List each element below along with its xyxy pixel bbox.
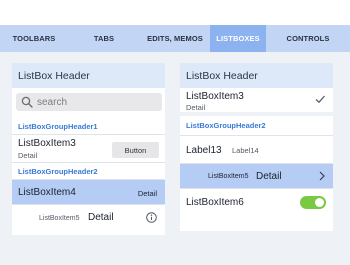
listbox-left[interactable]: ListBox Header search ListBoxGroupHeader… (12, 63, 165, 235)
tab-listboxes[interactable]: LISTBOXES (210, 25, 266, 52)
list-item-detail: Detail (256, 171, 282, 182)
content-area: ListBox Header search ListBoxGroupHeader… (0, 52, 350, 265)
group-header-2: ListBoxGroupHeader2 (12, 163, 165, 180)
list-item-title: Label13 (186, 145, 222, 156)
info-icon[interactable] (146, 212, 157, 223)
list-item-3[interactable]: ListBoxItem3 Detail (180, 88, 333, 116)
list-item-title: ListBoxItem4 (18, 187, 76, 198)
list-item-detail: Detail (88, 212, 114, 223)
list-item-3[interactable]: ListBoxItem3 Detail Button (12, 135, 165, 163)
list-item-sublabel: Label14 (232, 146, 259, 155)
search-bar: search (12, 88, 165, 118)
list-item-detail: Detail (18, 151, 38, 160)
listbox-header: ListBox Header (12, 63, 165, 88)
group-header-2: ListBoxGroupHeader2 (180, 116, 333, 136)
list-item-title: ListBoxItem5 (208, 173, 249, 180)
listbox-header: ListBox Header (180, 63, 333, 88)
chevron-right-icon (319, 171, 325, 181)
checkmark-icon (315, 95, 325, 104)
tab-edits-memos[interactable]: EDITS, MEMOS (140, 25, 210, 52)
toggle-switch[interactable] (300, 196, 326, 209)
list-item-title: ListBoxItem3 (18, 138, 76, 149)
list-item-detail: Detail (137, 189, 157, 198)
search-placeholder: search (37, 96, 68, 108)
list-item-detail: Detail (186, 103, 206, 112)
list-item-4-selected[interactable]: ListBoxItem4 Detail (12, 180, 165, 205)
list-item-6[interactable]: ListBoxItem6 (180, 189, 333, 216)
tab-tabs[interactable]: TABS (68, 25, 140, 52)
tab-toolbars[interactable]: TOOLBARS (0, 25, 68, 52)
search-input[interactable]: search (16, 93, 162, 111)
list-item-title: ListBoxItem3 (186, 91, 244, 102)
list-item-title: ListBoxItem5 (39, 215, 80, 222)
list-item-title: ListBoxItem6 (186, 197, 244, 208)
listbox-right[interactable]: ListBox Header ListBoxItem3 Detail ListB… (180, 63, 333, 231)
item-button[interactable]: Button (112, 142, 159, 158)
tab-bar: TOOLBARS TABS EDITS, MEMOS LISTBOXES CON… (0, 25, 350, 52)
search-icon (21, 96, 33, 108)
list-item-5-selected[interactable]: ListBoxItem5 Detail (180, 164, 333, 189)
list-item-label13[interactable]: Label13 Label14 (180, 136, 333, 164)
group-header-1: ListBoxGroupHeader1 (12, 118, 165, 135)
list-item-5[interactable]: ListBoxItem5 Detail (12, 205, 165, 230)
tab-controls[interactable]: CONTROLS (266, 25, 350, 52)
